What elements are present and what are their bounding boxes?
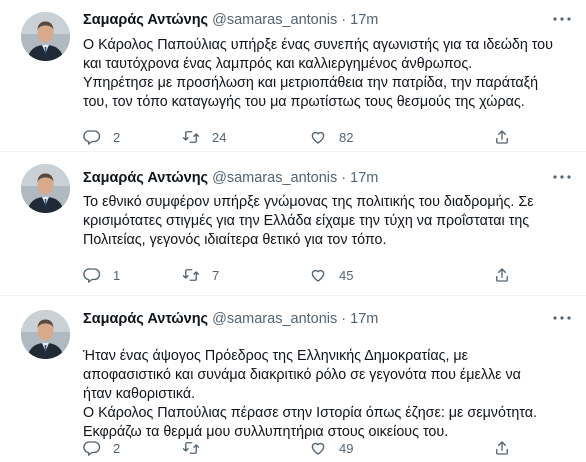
tweet[interactable]: Σαμαράς Αντώνης @samaras_antonis · 17m Ο… [0,0,586,152]
author-handle[interactable]: @samaras_antonis [212,170,337,186]
more-icon[interactable] [550,10,574,28]
retweet-icon [182,442,200,454]
like-button[interactable]: 82 [309,127,353,147]
tweet-text-line: Ο Κάρολος Παπούλιας πέρασε στην Ιστορία … [83,405,537,421]
reply-icon [83,268,101,283]
tweet-text-line: ήταν καθοριστικά. [83,386,196,402]
tweet-text-line: του, τον τόπο καταγωγής του μα πρωτίστως… [83,94,525,110]
timestamp[interactable]: 17m [350,12,378,28]
like-icon [311,269,325,282]
share-button[interactable] [493,127,511,147]
tweet-text-line: και ταυτόχρονα ένας λαμπρός και καλλιεργ… [83,56,473,72]
tweet-text-line: κρισιμότατες στιγμές για την Ελλάδα είχα… [83,213,530,229]
like-count: 49 [339,440,354,456]
like-button[interactable]: 49 [309,438,353,458]
tweet-header: Σαμαράς Αντώνης @samaras_antonis · 17m [83,11,378,29]
tweet-text-line: Υπηρέτησε με προσήλωση και μετριοπάθεια … [83,75,539,91]
avatar[interactable] [21,12,70,61]
avatar[interactable] [21,164,70,213]
timestamp[interactable]: 17m [350,170,378,186]
more-icon[interactable] [550,309,574,327]
share-icon [496,130,508,144]
tweet-text: Το εθνικό συμφέρον υπήρξε γνώμονας της π… [83,193,578,250]
reply-count: 2 [113,440,121,456]
retweet-button[interactable]: 7 [182,265,219,285]
avatar-image [21,12,70,61]
tweet[interactable]: Σαμαράς Αντώνης @samaras_antonis · 17m Ή… [0,296,586,462]
tweet-header: Σαμαράς Αντώνης @samaras_antonis · 17m [83,169,378,187]
retweet-count: 24 [212,129,227,145]
like-button[interactable]: 45 [309,265,353,285]
share-button[interactable] [493,265,511,285]
tweet-actions: 1 7 45 [83,265,573,285]
reply-icon [83,441,101,456]
retweet-icon [182,269,200,281]
retweet-icon [182,131,200,143]
like-count: 82 [339,129,354,145]
tweet[interactable]: Σαμαράς Αντώνης @samaras_antonis · 17m Τ… [0,152,586,296]
tweet-text-line: Πολιτείας, γεγονός ιδιαίτερα θετικό για … [83,232,387,248]
avatar-image [21,310,70,359]
separator: · [341,170,347,186]
author-name[interactable]: Σαμαράς Αντώνης [83,170,208,186]
like-icon [311,442,325,455]
reply-button[interactable]: 1 [83,265,120,285]
author-handle[interactable]: @samaras_antonis [212,311,337,327]
reply-button[interactable]: 2 [83,127,120,147]
separator: · [341,311,347,327]
tweet-text-line: Ήταν ένας άψογος Πρόεδρος της Ελληνικής … [83,348,469,364]
like-count: 45 [339,267,354,283]
tweet-text: Ο Κάρολος Παπούλιας υπήρξε ένας συνεπής … [83,36,578,112]
share-button[interactable] [493,438,511,458]
tweet-text-line: Το εθνικό συμφέρον υπήρξε γνώμονας της π… [83,194,534,210]
reply-icon [83,130,101,145]
retweet-button[interactable] [182,438,212,458]
retweet-button[interactable]: 24 [182,127,226,147]
retweet-count: 7 [212,267,220,283]
reply-count: 1 [113,267,121,283]
timestamp[interactable]: 17m [350,311,378,327]
share-icon [496,268,508,282]
reply-count: 2 [113,129,121,145]
tweet-actions: 2 49 [83,438,573,458]
share-icon [496,441,508,455]
like-icon [311,131,325,144]
tweet-header: Σαμαράς Αντώνης @samaras_antonis · 17m [83,310,378,328]
author-handle[interactable]: @samaras_antonis [212,12,337,28]
avatar-image [21,164,70,213]
more-icon[interactable] [550,168,574,186]
separator: · [341,12,347,28]
avatar[interactable] [21,310,70,359]
tweet-text-line: αποφασιστικό και συνάμα διακριτικό ρόλο … [83,367,521,383]
tweet-text: Ήταν ένας άψογος Πρόεδρος της Ελληνικής … [83,347,578,442]
reply-button[interactable]: 2 [83,438,120,458]
author-name[interactable]: Σαμαράς Αντώνης [83,12,208,28]
author-name[interactable]: Σαμαράς Αντώνης [83,311,208,327]
tweet-actions: 2 24 82 [83,127,573,147]
tweet-text-line: Ο Κάρολος Παπούλιας υπήρξε ένας συνεπής … [83,37,553,53]
